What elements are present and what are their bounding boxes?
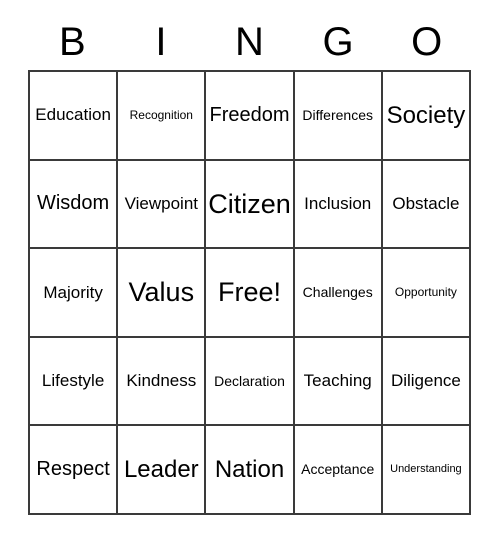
bingo-row: Lifestyle Kindness Declaration Teaching … bbox=[30, 337, 472, 427]
bingo-cell[interactable]: Understanding bbox=[382, 426, 472, 515]
bingo-cell[interactable]: Declaration bbox=[206, 337, 295, 427]
bingo-cell[interactable]: Majority bbox=[30, 249, 119, 338]
bingo-cell-label: Teaching bbox=[303, 371, 372, 391]
bingo-cell-label: Understanding bbox=[390, 462, 462, 475]
bingo-cell-label: Leader bbox=[123, 456, 199, 484]
bingo-free-cell[interactable]: Free! bbox=[206, 249, 295, 338]
bingo-cell-label: Kindness bbox=[126, 371, 197, 391]
bingo-cell[interactable]: Kindness bbox=[118, 337, 207, 427]
bingo-cell[interactable]: Diligence bbox=[382, 337, 472, 427]
bingo-cell[interactable]: Nation bbox=[206, 426, 295, 515]
bingo-cell[interactable]: Challenges bbox=[294, 249, 383, 338]
bingo-cell-label: Education bbox=[35, 105, 111, 125]
bingo-cell-label: Society bbox=[386, 101, 466, 129]
bingo-cell[interactable]: Opportunity bbox=[382, 249, 472, 338]
bingo-cell[interactable]: Acceptance bbox=[294, 426, 383, 515]
bingo-cell[interactable]: Society bbox=[382, 72, 472, 161]
bingo-cell[interactable]: Viewpoint bbox=[118, 160, 207, 250]
bingo-cell-label: Declaration bbox=[214, 372, 285, 389]
bingo-card: B I N G O Education Recognition Freedom … bbox=[0, 0, 500, 544]
bingo-cell[interactable]: Respect bbox=[30, 426, 119, 515]
bingo-header-letter-b: B bbox=[58, 20, 86, 64]
bingo-grid: Education Recognition Freedom Difference… bbox=[28, 70, 472, 515]
bingo-header-letter-o: O bbox=[411, 20, 443, 64]
bingo-cell-label: Wisdom bbox=[36, 192, 110, 215]
bingo-cell-label: Obstacle bbox=[392, 193, 460, 213]
bingo-cell[interactable]: Wisdom bbox=[30, 160, 119, 250]
bingo-cell-label: Lifestyle bbox=[41, 371, 105, 391]
bingo-row: Wisdom Viewpoint Citizen Inclusion Obsta… bbox=[30, 160, 472, 250]
bingo-cell[interactable]: Inclusion bbox=[294, 160, 383, 250]
bingo-cell-label: Nation bbox=[214, 456, 285, 484]
bingo-cell[interactable]: Freedom bbox=[206, 72, 295, 161]
bingo-cell[interactable]: Leader bbox=[118, 426, 207, 515]
bingo-cell[interactable]: Citizen bbox=[206, 160, 295, 250]
bingo-cell[interactable]: Teaching bbox=[294, 337, 383, 427]
bingo-cell-label: Majority bbox=[43, 282, 103, 302]
bingo-cell-label: Differences bbox=[302, 106, 373, 123]
bingo-row: Majority Valus Free! Challenges Opportun… bbox=[30, 249, 472, 338]
bingo-cell[interactable]: Obstacle bbox=[382, 160, 472, 250]
bingo-cell[interactable]: Lifestyle bbox=[30, 337, 119, 427]
bingo-cell-label: Inclusion bbox=[304, 193, 372, 213]
bingo-header-letter-i: I bbox=[155, 20, 167, 64]
bingo-cell-label: Respect bbox=[36, 458, 110, 481]
bingo-cell-label: Challenges bbox=[302, 284, 373, 301]
bingo-cell-label: Free! bbox=[217, 277, 282, 308]
bingo-cell[interactable]: Recognition bbox=[118, 72, 207, 161]
bingo-row: Education Recognition Freedom Difference… bbox=[30, 72, 472, 161]
bingo-cell-label: Valus bbox=[128, 277, 195, 308]
bingo-header-letter-n: N bbox=[235, 20, 264, 64]
bingo-cell-label: Acceptance bbox=[301, 461, 375, 478]
bingo-header-letter-g: G bbox=[322, 20, 354, 64]
bingo-cell-label: Recognition bbox=[129, 108, 193, 122]
bingo-row: Respect Leader Nation Acceptance Underst… bbox=[30, 426, 472, 515]
bingo-cell[interactable]: Valus bbox=[118, 249, 207, 338]
bingo-cell-label: Freedom bbox=[209, 103, 290, 126]
bingo-cell[interactable]: Differences bbox=[294, 72, 383, 161]
bingo-cell-label: Diligence bbox=[390, 371, 461, 391]
bingo-header: B I N G O bbox=[28, 14, 471, 70]
bingo-cell-label: Citizen bbox=[208, 188, 291, 219]
bingo-cell-label: Viewpoint bbox=[124, 193, 198, 213]
bingo-cell[interactable]: Education bbox=[30, 72, 119, 161]
bingo-cell-label: Opportunity bbox=[394, 285, 457, 300]
